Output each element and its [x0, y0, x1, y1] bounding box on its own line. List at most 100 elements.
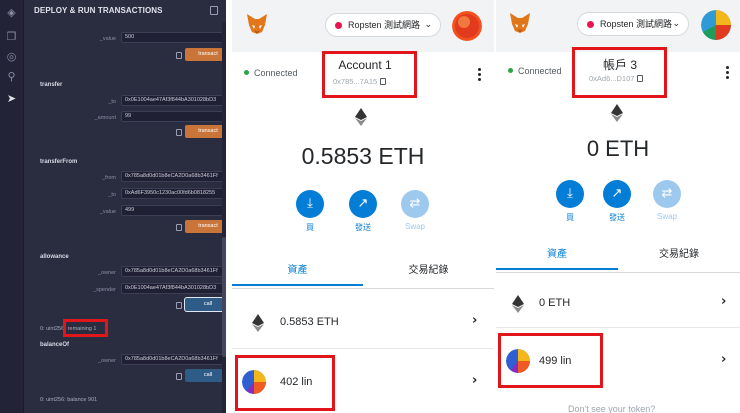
- account-avatar[interactable]: [701, 10, 731, 40]
- function-title-balanceof: balanceOf: [40, 342, 70, 348]
- function-title-allowance: allowance: [40, 254, 69, 260]
- active-tab-indicator: [232, 284, 363, 286]
- divider: [232, 348, 494, 349]
- value-input[interactable]: 500: [121, 32, 226, 43]
- swap-icon: ⇄: [401, 190, 429, 218]
- param-label: _value: [99, 209, 116, 215]
- file-explorer-icon[interactable]: ❐: [5, 30, 18, 43]
- mm-header: Ropsten 測試網路 ⌄: [232, 0, 494, 52]
- highlight-box: [572, 47, 667, 98]
- to-input[interactable]: 0xAd6F3950c1230ac00fd6b0818255: [121, 188, 226, 199]
- owner-input[interactable]: 0x785a8d0d01b8eCA2D0a68b3461Ff: [121, 354, 226, 365]
- tab-activity[interactable]: 交易紀錄: [618, 240, 740, 270]
- copy-icon[interactable]: [176, 52, 182, 59]
- send-label: 發送: [609, 213, 625, 222]
- tab-activity[interactable]: 交易紀錄: [363, 256, 494, 286]
- transact-button[interactable]: transact: [185, 48, 226, 61]
- home-icon[interactable]: ◈: [5, 6, 18, 19]
- eth-icon: [512, 295, 524, 313]
- transact-button[interactable]: transact: [185, 220, 226, 233]
- metamask-phone-account1: Ropsten 測試網路 ⌄ Connected Account 1 0x785…: [232, 0, 494, 413]
- network-name: Ropsten 測試網路: [348, 20, 421, 30]
- buy-button[interactable]: ⤓ 買: [550, 180, 590, 223]
- remix-icon-bar: ◈ ❐ ◎ ⚲ ➤: [0, 0, 24, 413]
- remix-deploy-panel: ◈ ❐ ◎ ⚲ ➤ DEPLOY & RUN TRANSACTIONS _val…: [0, 0, 226, 413]
- connected-label: Connected: [518, 66, 562, 76]
- compiler-icon[interactable]: ◎: [5, 50, 18, 63]
- copy-icon[interactable]: [176, 224, 182, 231]
- chevron-down-icon: ⌄: [424, 20, 432, 30]
- chevron-right-icon: ›: [472, 313, 478, 328]
- active-tab-indicator: [496, 268, 618, 270]
- owner-input[interactable]: 0x785a8d0d01b8eCA2D0a68b3461Ff: [121, 266, 226, 277]
- search-icon[interactable]: ⚲: [5, 70, 18, 83]
- from-input[interactable]: 0x785a8d0d01b8eCA2D0a68b3461Ff: [121, 171, 226, 182]
- param-label: _value: [99, 36, 116, 42]
- highlight-box: [322, 51, 417, 98]
- value-input[interactable]: 499: [121, 205, 226, 216]
- divider: [496, 272, 740, 273]
- eth-icon: [355, 108, 367, 126]
- highlight-box: [498, 333, 603, 388]
- document-icon[interactable]: [210, 6, 218, 15]
- tab-bar: 資產 交易紀錄: [496, 240, 740, 270]
- account-avatar[interactable]: [452, 11, 482, 41]
- more-options-icon[interactable]: [478, 68, 481, 83]
- param-label: _owner: [97, 358, 116, 364]
- add-token-hint[interactable]: Don't see your token?: [568, 404, 655, 413]
- send-arrow-icon: ↗: [349, 190, 377, 218]
- call-button[interactable]: call: [185, 298, 226, 311]
- param-label: _owner: [97, 270, 116, 276]
- param-label: _to: [108, 192, 116, 198]
- connection-status[interactable]: Connected: [244, 68, 298, 78]
- connected-dot: [508, 68, 513, 73]
- scrollbar[interactable]: [222, 22, 226, 413]
- more-options-icon[interactable]: [726, 66, 729, 81]
- connected-dot: [244, 70, 249, 75]
- chevron-right-icon: ›: [472, 373, 478, 388]
- copy-icon[interactable]: [176, 302, 182, 309]
- swap-button[interactable]: ⇄ Swap: [395, 190, 435, 231]
- divider: [496, 327, 740, 328]
- param-label: _spender: [93, 287, 116, 293]
- highlight-box: [235, 355, 335, 411]
- chevron-right-icon: ›: [721, 352, 727, 367]
- transact-button[interactable]: transact: [185, 125, 226, 138]
- network-status-dot: [587, 21, 594, 28]
- connection-status[interactable]: Connected: [508, 66, 562, 76]
- divider: [232, 288, 494, 289]
- eth-icon: [611, 104, 623, 122]
- spender-input[interactable]: 0x0E1004ae47Af3f844bA301028bD3: [121, 283, 226, 294]
- remix-main-area: DEPLOY & RUN TRANSACTIONS _value 500 tra…: [24, 0, 226, 413]
- asset-row-eth[interactable]: 0 ETH ›: [496, 280, 740, 328]
- network-status-dot: [335, 22, 342, 29]
- network-selector[interactable]: Ropsten 測試網路 ⌄: [577, 12, 689, 36]
- deploy-icon[interactable]: ➤: [5, 92, 18, 105]
- function-title-transferfrom: transferFrom: [40, 159, 78, 165]
- amount-input[interactable]: 99: [121, 111, 226, 122]
- network-name: Ropsten 測試網路: [600, 19, 673, 29]
- call-button[interactable]: call: [185, 369, 226, 382]
- scrollbar-thumb[interactable]: [222, 237, 226, 357]
- to-input[interactable]: 0x0E1004ae47Af3f844bA301028bD3: [121, 95, 226, 106]
- tab-assets[interactable]: 資產: [496, 240, 618, 270]
- copy-icon[interactable]: [176, 129, 182, 136]
- account-balance: 0 ETH: [586, 136, 650, 161]
- network-selector[interactable]: Ropsten 測試網路 ⌄: [325, 13, 441, 37]
- chevron-right-icon: ›: [721, 294, 727, 309]
- swap-button[interactable]: ⇄ Swap: [647, 180, 687, 221]
- param-label: _from: [101, 175, 116, 181]
- send-button[interactable]: ↗ 發送: [343, 190, 383, 233]
- metamask-phone-account3: Ropsten 測試網路 ⌄ Connected 帳戶 3 0xAd6...D1…: [496, 0, 740, 413]
- swap-icon: ⇄: [653, 180, 681, 208]
- asset-row-eth[interactable]: 0.5853 ETH ›: [232, 297, 494, 349]
- asset-name: 0 ETH: [539, 297, 571, 309]
- swap-label: Swap: [656, 212, 677, 221]
- tab-assets[interactable]: 資產: [232, 256, 363, 286]
- send-button[interactable]: ↗ 發送: [597, 180, 637, 223]
- buy-label: 買: [306, 223, 314, 232]
- result-type: 0: uint256: [40, 326, 65, 332]
- eth-icon: [252, 314, 264, 332]
- buy-button[interactable]: ⤓ 買: [290, 190, 330, 233]
- copy-icon[interactable]: [176, 373, 182, 380]
